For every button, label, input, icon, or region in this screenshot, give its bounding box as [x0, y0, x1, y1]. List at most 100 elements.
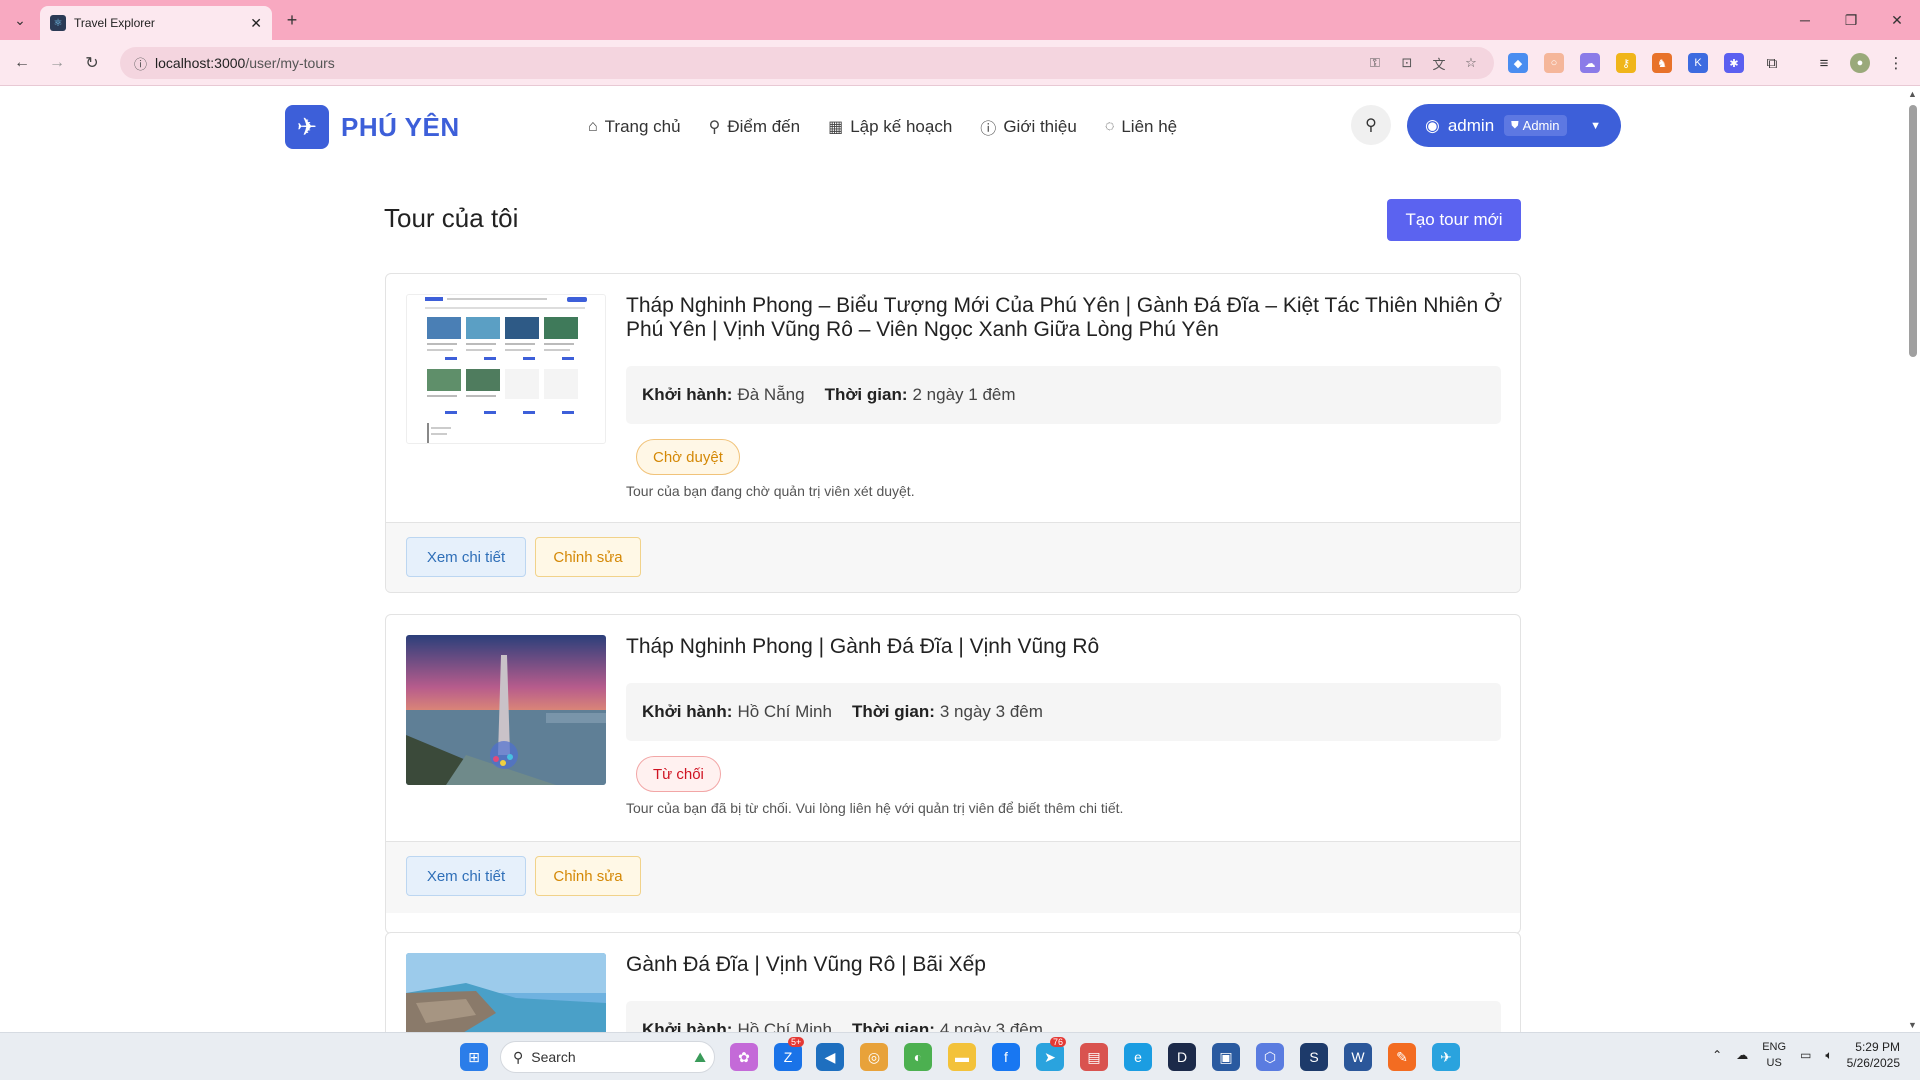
home-icon: ⌂ — [588, 118, 598, 135]
scroll-up-icon[interactable]: ▲ — [1908, 89, 1917, 99]
zalo-icon[interactable]: Z — [774, 1043, 802, 1071]
depart-value: Hồ Chí Minh — [737, 702, 832, 721]
system-tray: ⌃ ☁ ENG US ▭ 🔈︎ 5:29 PM 5/26/2025 — [1712, 1039, 1900, 1071]
new-tab-icon[interactable]: + — [280, 8, 304, 32]
user-menu-button[interactable]: ◉ admin ⛊ Admin ▼ — [1407, 104, 1621, 147]
tab-title: Travel Explorer — [74, 16, 155, 30]
scroll-down-icon[interactable]: ▼ — [1908, 1020, 1917, 1030]
shield-icon: ⛊ — [1511, 120, 1519, 131]
onedrive-icon[interactable]: ☁ — [1736, 1048, 1748, 1062]
chat-icon: ◌ — [1104, 118, 1115, 135]
create-tour-button[interactable]: Tạo tour mới — [1387, 199, 1521, 241]
url-bar[interactable]: ⓘ localhost:3000/user/my-tours ⚿ ⊡ 文 ☆ — [120, 47, 1494, 79]
nav-item-contact[interactable]: ◌ Liên hệ — [1105, 115, 1177, 139]
extension-fox-icon[interactable]: ♞ — [1652, 53, 1672, 73]
vscode-icon[interactable]: ◀ — [816, 1043, 844, 1071]
site-logo[interactable]: ✈ PHÚ YÊN — [285, 105, 460, 149]
app-hex-icon[interactable]: ⬡ — [1256, 1043, 1284, 1071]
extension-circle-icon[interactable]: ○ — [1544, 53, 1564, 73]
password-key-icon[interactable]: ⚿ — [1366, 54, 1384, 72]
language-indicator[interactable]: ENG US — [1762, 1039, 1786, 1071]
clock-time: 5:29 PM — [1855, 1040, 1900, 1054]
browser-tab[interactable]: ⚛ Travel Explorer ✕ — [40, 6, 272, 40]
store-icon[interactable]: ▣ — [1212, 1043, 1240, 1071]
browser-tab-bar: ⌄ ⚛ Travel Explorer ✕ + ─ ❐ ✕ — [0, 0, 1920, 40]
tab-close-icon[interactable]: ✕ — [250, 15, 262, 32]
clock[interactable]: 5:29 PM 5/26/2025 — [1847, 1039, 1900, 1071]
word-icon[interactable]: W — [1344, 1043, 1372, 1071]
tray-chevron-icon[interactable]: ⌃ — [1712, 1048, 1722, 1062]
devtool-icon[interactable]: D — [1168, 1043, 1196, 1071]
bookmark-star-icon[interactable]: ☆ — [1462, 54, 1480, 72]
view-details-button[interactable]: Xem chi tiết — [406, 856, 526, 896]
windows-start-icon[interactable]: ⊞ — [460, 1043, 488, 1071]
tour-thumbnail[interactable] — [406, 294, 606, 444]
status-note: Tour của bạn đã bị từ chối. Vui lòng liê… — [626, 800, 1124, 816]
depart-label: Khởi hành: — [642, 702, 733, 721]
windows-taskbar: ⊞ ⚲ Search ⛰ ✿ Z 5+ ◀ ◎ ◐ ▬ f ➤ 76 ▤ e D… — [0, 1032, 1920, 1080]
file-explorer-icon[interactable]: ▬ — [948, 1043, 976, 1071]
telegram-icon[interactable]: ➤ — [1036, 1043, 1064, 1071]
sublime-icon[interactable]: S — [1300, 1043, 1328, 1071]
status-note: Tour của bạn đang chờ quản trị viên xét … — [626, 483, 915, 499]
window-close-icon[interactable]: ✕ — [1874, 0, 1920, 40]
duration-value: 3 ngày 3 đêm — [939, 702, 1043, 721]
plane-icon: ✈ — [285, 105, 329, 149]
reload-icon[interactable]: ↻ — [80, 51, 104, 75]
messenger-icon[interactable]: ✈ — [1432, 1043, 1460, 1071]
tour-meta: Khởi hành: Hồ Chí Minh Thời gian: 3 ngày 3… — [626, 683, 1501, 741]
install-app-icon[interactable]: ⊡ — [1398, 54, 1416, 72]
extensions-puzzle-icon[interactable]: ⧉ — [1762, 53, 1782, 73]
network-icon[interactable]: ▭ — [1800, 1048, 1811, 1062]
tour-thumbnail[interactable] — [406, 635, 606, 785]
nav-item-about[interactable]: ⓘ Giới thiệu — [980, 115, 1077, 139]
browser-menu-icon[interactable]: ⋮ — [1886, 53, 1906, 73]
edit-button[interactable]: Chỉnh sửa — [535, 856, 641, 896]
scrollbar-thumb[interactable] — [1909, 105, 1917, 357]
taskbar-search[interactable]: ⚲ Search ⛰ — [500, 1041, 715, 1073]
site-info-icon[interactable]: ⓘ — [134, 54, 147, 73]
translate-icon[interactable]: 文 — [1430, 54, 1448, 72]
extension-grid-icon[interactable]: ✱ — [1724, 53, 1744, 73]
extension-cloud-icon[interactable]: ☁ — [1580, 53, 1600, 73]
card-footer: Xem chi tiết Chỉnh sửa — [386, 522, 1520, 592]
search-icon: ⚲ — [1365, 117, 1377, 134]
nav-item-planner[interactable]: ▦ Lập kế hoạch — [828, 115, 952, 139]
edit-button[interactable]: Chỉnh sửa — [535, 537, 641, 577]
extension-k-icon[interactable]: K — [1688, 53, 1708, 73]
app-table-icon[interactable]: ▤ — [1080, 1043, 1108, 1071]
page-scrollbar[interactable]: ▲ ▼ — [1905, 87, 1920, 1032]
tour-thumbnail[interactable] — [406, 953, 606, 1032]
address-toolbar: ← → ↻ ⓘ localhost:3000/user/my-tours ⚿ ⊡… — [0, 40, 1920, 86]
role-badge-label: Admin — [1522, 118, 1560, 133]
view-details-button[interactable]: Xem chi tiết — [406, 537, 526, 577]
restore-icon[interactable]: ❐ — [1828, 0, 1874, 40]
nav-item-home[interactable]: ⌂ Trang chủ — [588, 115, 681, 139]
clock-date: 5/26/2025 — [1846, 1056, 1900, 1070]
media-control-icon[interactable]: ≡ — [1814, 53, 1834, 73]
volume-icon[interactable]: 🔈︎ — [1825, 1048, 1832, 1063]
nav-label: Trang chủ — [604, 117, 681, 136]
nav-item-destinations[interactable]: ⚲ Điểm đến — [709, 115, 800, 139]
extension-diamond-icon[interactable]: ◆ — [1508, 53, 1528, 73]
map-pin-icon: ⚲ — [708, 119, 721, 136]
url-host: localhost:3000 — [155, 55, 246, 71]
tour-title[interactable]: Tháp Nghinh Phong | Gành Đá Đĩa | Vịnh V… — [626, 635, 1506, 659]
back-icon[interactable]: ← — [10, 51, 34, 75]
extension-key-icon[interactable]: ⚷ — [1616, 53, 1636, 73]
forward-icon[interactable]: → — [45, 51, 69, 75]
chrome-icon[interactable]: ◎ — [860, 1043, 888, 1071]
status-badge: Từ chối — [636, 756, 721, 792]
tab-search-icon[interactable]: ⌄ — [8, 8, 32, 32]
tour-title[interactable]: Tháp Nghinh Phong – Biểu Tượng Mới Của P… — [626, 294, 1506, 342]
copilot-icon[interactable]: ✿ — [730, 1043, 758, 1071]
site-search-button[interactable]: ⚲ — [1351, 105, 1391, 145]
profile-avatar[interactable]: ● — [1850, 53, 1870, 73]
app-green-icon[interactable]: ◐ — [904, 1043, 932, 1071]
minimize-icon[interactable]: ─ — [1782, 0, 1828, 40]
tour-title[interactable]: Gành Đá Đĩa | Vịnh Vũng Rô | Bãi Xếp — [626, 953, 1506, 977]
facebook-icon[interactable]: f — [992, 1043, 1020, 1071]
edge-icon[interactable]: e — [1124, 1043, 1152, 1071]
depart-value: Đà Nẵng — [737, 385, 805, 404]
postman-icon[interactable]: ✎ — [1388, 1043, 1416, 1071]
